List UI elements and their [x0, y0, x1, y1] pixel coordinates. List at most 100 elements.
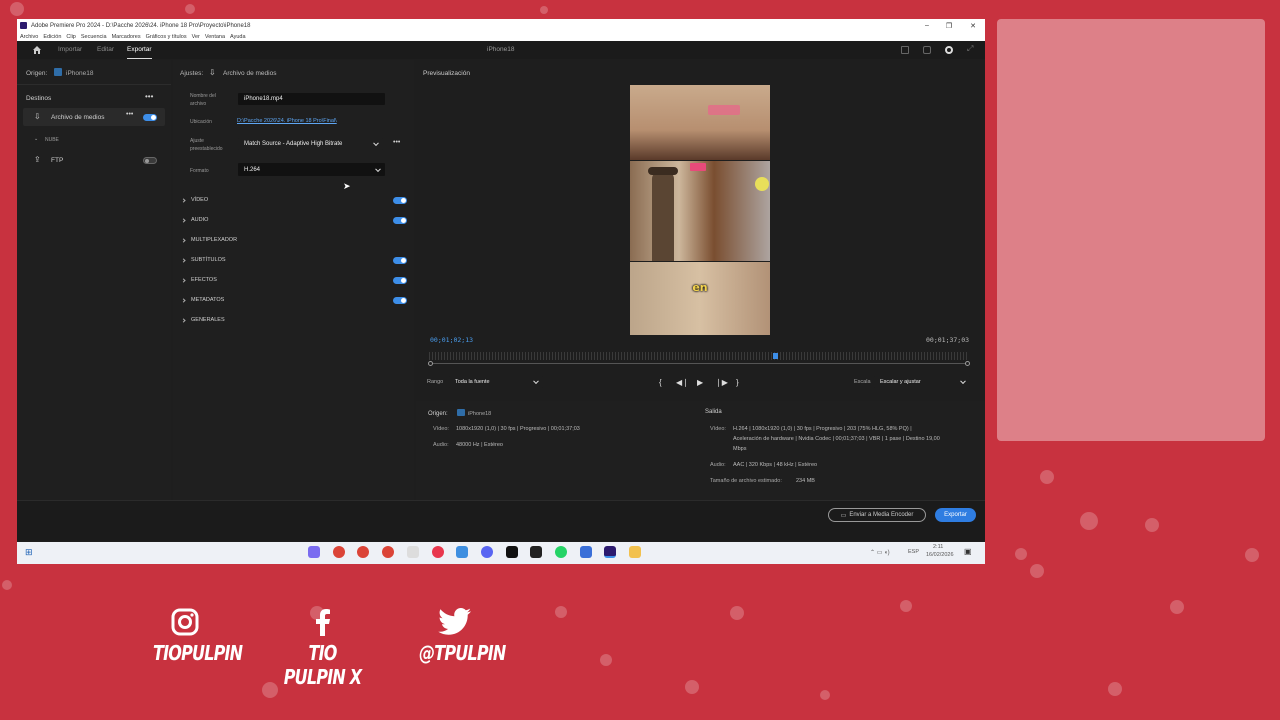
range-label: Rango	[427, 379, 444, 385]
vpn-icon[interactable]	[580, 546, 592, 558]
home-icon[interactable]	[32, 45, 42, 55]
mark-in-icon[interactable]: {	[659, 378, 662, 387]
maximize-button[interactable]: ❐	[937, 19, 961, 32]
section-video[interactable]: VÍDEO	[181, 197, 208, 203]
location-link[interactable]: D:\Pacche 2026\24. iPhone 18 Pro\Final\	[237, 118, 337, 124]
menu-graficos[interactable]: Gráficos y títulos	[146, 34, 187, 40]
menu-secuencia[interactable]: Secuencia	[81, 34, 107, 40]
effects-toggle[interactable]	[393, 277, 407, 284]
menu-ver[interactable]: Ver	[192, 34, 200, 40]
out-point-handle[interactable]	[965, 361, 970, 366]
subtitles-toggle[interactable]	[393, 257, 407, 264]
video-toggle[interactable]	[393, 197, 407, 204]
window-title: Adobe Premiere Pro 2024 - D:\Pacche 2026…	[31, 22, 251, 29]
file-explorer-icon[interactable]	[629, 546, 641, 558]
menu-clip[interactable]: Clip	[66, 34, 75, 40]
file-size-value: 234 MB	[796, 478, 815, 484]
progress-indicator-icon[interactable]	[945, 46, 953, 54]
instagram-handle: TIOPULPIN	[153, 641, 243, 665]
section-effects[interactable]: EFECTOS	[181, 277, 217, 283]
scale-chevron-icon	[960, 378, 966, 385]
preset-select[interactable]: Match Source - Adaptive High Bitrate	[238, 138, 383, 150]
fullscreen-icon[interactable]: ⤢	[967, 44, 975, 53]
facebook-handle: TIO PULPIN X	[283, 641, 362, 689]
paint-icon[interactable]	[407, 546, 419, 558]
timeline-track[interactable]	[432, 363, 968, 364]
section-multiplexer[interactable]: MULTIPLEXADOR	[181, 237, 237, 243]
sequence-icon	[54, 68, 62, 76]
scale-select[interactable]: Escalar y ajustar	[874, 376, 970, 388]
tab-edit[interactable]: Editar	[97, 41, 114, 59]
send-to-media-encoder-button[interactable]: ▭ Enviar a Media Encoder	[828, 508, 926, 522]
premiere-taskbar-icon[interactable]	[604, 546, 616, 558]
chrome-icon[interactable]	[333, 546, 345, 558]
step-forward-icon[interactable]: ❘▶	[715, 378, 728, 387]
menu-ventana[interactable]: Ventana	[205, 34, 225, 40]
section-subtitles-label: SUBTÍTULOS	[191, 257, 226, 263]
close-button[interactable]: ✕	[961, 19, 985, 32]
cloud-chevron-icon[interactable]: ⌄	[34, 136, 38, 142]
media-encoder-icon: ▭	[840, 512, 847, 519]
menu-archivo[interactable]: Archivo	[20, 34, 38, 40]
app-red-icon[interactable]	[432, 546, 444, 558]
output-audio-label: Audio:	[710, 462, 726, 468]
video-preview: en	[630, 85, 770, 335]
total-timecode: 00;01;37;03	[926, 336, 970, 344]
minimize-button[interactable]: –	[915, 19, 939, 32]
media-file-label: Archivo de medios	[51, 114, 105, 121]
ftp-toggle[interactable]	[143, 157, 157, 164]
media-file-more-icon[interactable]: •••	[126, 111, 133, 118]
section-metadata[interactable]: METADATOS	[181, 297, 224, 303]
video-frame-top	[630, 85, 770, 160]
destinations-more-icon[interactable]: •••	[145, 92, 153, 101]
media-file-toggle[interactable]	[143, 114, 157, 121]
section-subtitles[interactable]: SUBTÍTULOS	[181, 257, 226, 263]
whatsapp-icon[interactable]	[555, 546, 567, 558]
step-back-icon[interactable]: ◀❘	[676, 378, 689, 387]
section-audio[interactable]: AUDIO	[181, 217, 208, 223]
copilot-icon[interactable]	[308, 546, 320, 558]
play-icon[interactable]: ▶	[697, 378, 703, 387]
clock-date[interactable]: 16/02/2026	[926, 552, 954, 558]
clock-time[interactable]: 2:11	[933, 544, 943, 550]
menu-marcadores[interactable]: Marcadores	[112, 34, 141, 40]
tray-icons[interactable]: ⌃ ▭ ◖)	[870, 549, 890, 556]
chrome-profile-2-icon[interactable]	[357, 546, 369, 558]
playhead[interactable]	[773, 353, 779, 359]
notifications-icon[interactable]: ▣	[964, 547, 972, 556]
project-name: iPhone18	[487, 46, 515, 53]
menu-edicion[interactable]: Edición	[43, 34, 61, 40]
chrome-profile-3-icon[interactable]	[382, 546, 394, 558]
language-indicator[interactable]: ESP	[908, 549, 919, 555]
mail-icon[interactable]	[456, 546, 468, 558]
range-select[interactable]: Toda la fuente	[449, 376, 543, 388]
capcut-icon[interactable]	[530, 546, 542, 558]
tab-export[interactable]: Exportar	[127, 41, 152, 59]
workspace-icon[interactable]	[901, 46, 909, 54]
windows-start-icon[interactable]: ⊞	[25, 547, 33, 558]
social-twitter: @TPULPIN	[410, 608, 506, 665]
tab-import[interactable]: Importar	[58, 41, 82, 59]
section-general[interactable]: GENERALES	[181, 317, 225, 323]
instagram-icon	[171, 608, 199, 636]
format-select[interactable]: H.264	[238, 163, 385, 176]
tiktok-icon[interactable]	[506, 546, 518, 558]
destinations-title: Destinos	[26, 95, 52, 102]
mark-out-icon[interactable]: }	[736, 378, 739, 387]
settings-target: Archivo de medios	[223, 70, 277, 77]
quick-export-icon[interactable]	[923, 46, 931, 54]
range-value: Toda la fuente	[455, 379, 490, 385]
summary-audio-label: Audio:	[433, 442, 449, 448]
menu-ayuda[interactable]: Ayuda	[230, 34, 246, 40]
file-name-input[interactable]: iPhone18.mp4	[238, 93, 385, 105]
in-point-handle[interactable]	[428, 361, 433, 366]
audio-toggle[interactable]	[393, 217, 407, 224]
ftp-icon: ⇪	[34, 155, 41, 164]
preset-more-icon[interactable]: •••	[393, 139, 400, 146]
export-button[interactable]: Exportar	[935, 508, 976, 522]
source-label: Origen:	[26, 70, 48, 77]
metadata-toggle[interactable]	[393, 297, 407, 304]
timeline-ruler[interactable]	[429, 352, 969, 360]
discord-icon[interactable]	[481, 546, 493, 558]
current-timecode[interactable]: 00;01;02;13	[430, 336, 473, 344]
